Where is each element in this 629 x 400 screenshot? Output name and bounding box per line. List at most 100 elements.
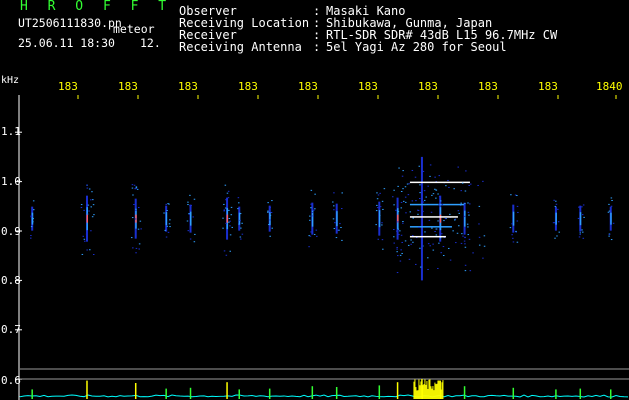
burst-dot xyxy=(395,209,397,211)
echo-dot xyxy=(423,199,426,201)
burst-dot xyxy=(452,230,454,232)
echo-dot xyxy=(581,229,583,231)
echo-dot xyxy=(427,257,429,259)
echo-dot xyxy=(553,199,555,201)
echo-dot xyxy=(512,241,515,243)
echo-dot xyxy=(608,234,611,236)
echo-dot xyxy=(608,203,610,205)
echo-dot xyxy=(93,214,95,216)
echo-dot xyxy=(238,223,240,225)
echo-dot xyxy=(228,217,231,219)
echo-dot xyxy=(400,207,403,209)
echo-hot xyxy=(86,214,88,223)
echo-dot xyxy=(224,207,227,209)
echo-dot xyxy=(375,210,378,212)
echo-dot xyxy=(399,254,402,256)
echo-core xyxy=(165,212,168,226)
echo-dot xyxy=(376,207,379,209)
burst-dot xyxy=(470,183,472,185)
echo-dot xyxy=(434,230,436,232)
burst-dot xyxy=(419,184,421,186)
echo-dot xyxy=(30,216,32,218)
echo-core xyxy=(378,210,381,228)
echo-dot xyxy=(581,214,584,216)
trace-cyan xyxy=(19,394,629,398)
burst-dot xyxy=(453,188,455,190)
echo-dot xyxy=(467,226,469,228)
echo-dot xyxy=(190,205,192,207)
x-tick-label: 183 xyxy=(178,80,198,93)
burst-dot xyxy=(448,247,450,249)
echo-dot xyxy=(130,237,133,239)
burst-dot xyxy=(461,182,464,184)
burst-dot xyxy=(404,240,407,242)
echo-dot xyxy=(434,188,436,190)
burst-dot xyxy=(419,192,421,194)
echo-dot xyxy=(379,215,381,217)
echo-dot xyxy=(135,188,137,190)
echo-dot xyxy=(223,210,225,212)
echo-dot xyxy=(223,203,225,205)
echo-dot xyxy=(168,203,170,205)
burst-dot xyxy=(417,209,419,211)
burst-dot xyxy=(411,169,414,171)
burst-dot xyxy=(457,166,459,168)
echo-dot xyxy=(432,249,435,251)
echo-dot xyxy=(138,248,140,250)
echo-dot xyxy=(397,185,399,187)
echo-dot xyxy=(402,200,405,202)
echo-dot xyxy=(376,204,378,206)
echo-dot xyxy=(401,252,403,254)
burst-dot xyxy=(408,183,410,185)
meteor-echo xyxy=(267,200,273,237)
y-axis-unit: kHz xyxy=(1,75,20,86)
echo-dot xyxy=(441,233,443,235)
echo-dot xyxy=(32,200,35,202)
echo-dot xyxy=(240,227,242,229)
echo-dot xyxy=(91,216,94,218)
echo-dot xyxy=(192,216,194,218)
echo-dot xyxy=(135,209,137,211)
echo-dot xyxy=(437,220,439,222)
burst-dot xyxy=(478,223,480,225)
burst-dot xyxy=(454,219,456,221)
echo-dot xyxy=(423,190,426,192)
echo-dot xyxy=(400,190,403,192)
echo-dot xyxy=(90,206,92,208)
burst-dot xyxy=(478,205,481,207)
burst-dot xyxy=(396,248,398,250)
echo-dot xyxy=(379,192,381,194)
echo-dot xyxy=(169,226,171,228)
echo-dot xyxy=(375,224,377,226)
echo-dot xyxy=(340,226,342,228)
echo-dot xyxy=(402,188,404,190)
echo-dot xyxy=(552,222,555,224)
x-tick-label: 1840 xyxy=(596,80,623,93)
echo-dot xyxy=(194,233,196,235)
echo-dot xyxy=(377,194,380,196)
echo-dot xyxy=(267,211,269,213)
echo-dot xyxy=(230,214,233,216)
echo-dot xyxy=(382,208,384,210)
echo-dot xyxy=(468,238,471,240)
echo-dot xyxy=(425,196,427,198)
echo-dot xyxy=(222,217,224,219)
echo-dot xyxy=(395,230,398,232)
burst-dot xyxy=(396,251,398,253)
echo-dot xyxy=(86,249,88,251)
echo-dot xyxy=(333,205,335,207)
echo-dot xyxy=(577,217,580,219)
echo-dot xyxy=(225,199,227,201)
echo-core xyxy=(579,212,582,226)
echo-dot xyxy=(435,228,438,230)
echo-dot xyxy=(341,192,343,194)
echo-dot xyxy=(445,185,447,187)
echo-hot xyxy=(439,214,442,223)
burst-dot xyxy=(478,244,481,246)
signal-layer xyxy=(30,156,615,281)
burst-dot xyxy=(411,235,414,237)
burst-dot xyxy=(414,176,417,178)
burst-dot xyxy=(415,200,417,202)
echo-dot xyxy=(237,208,239,210)
y-tick-label: 0.9 xyxy=(1,225,21,238)
